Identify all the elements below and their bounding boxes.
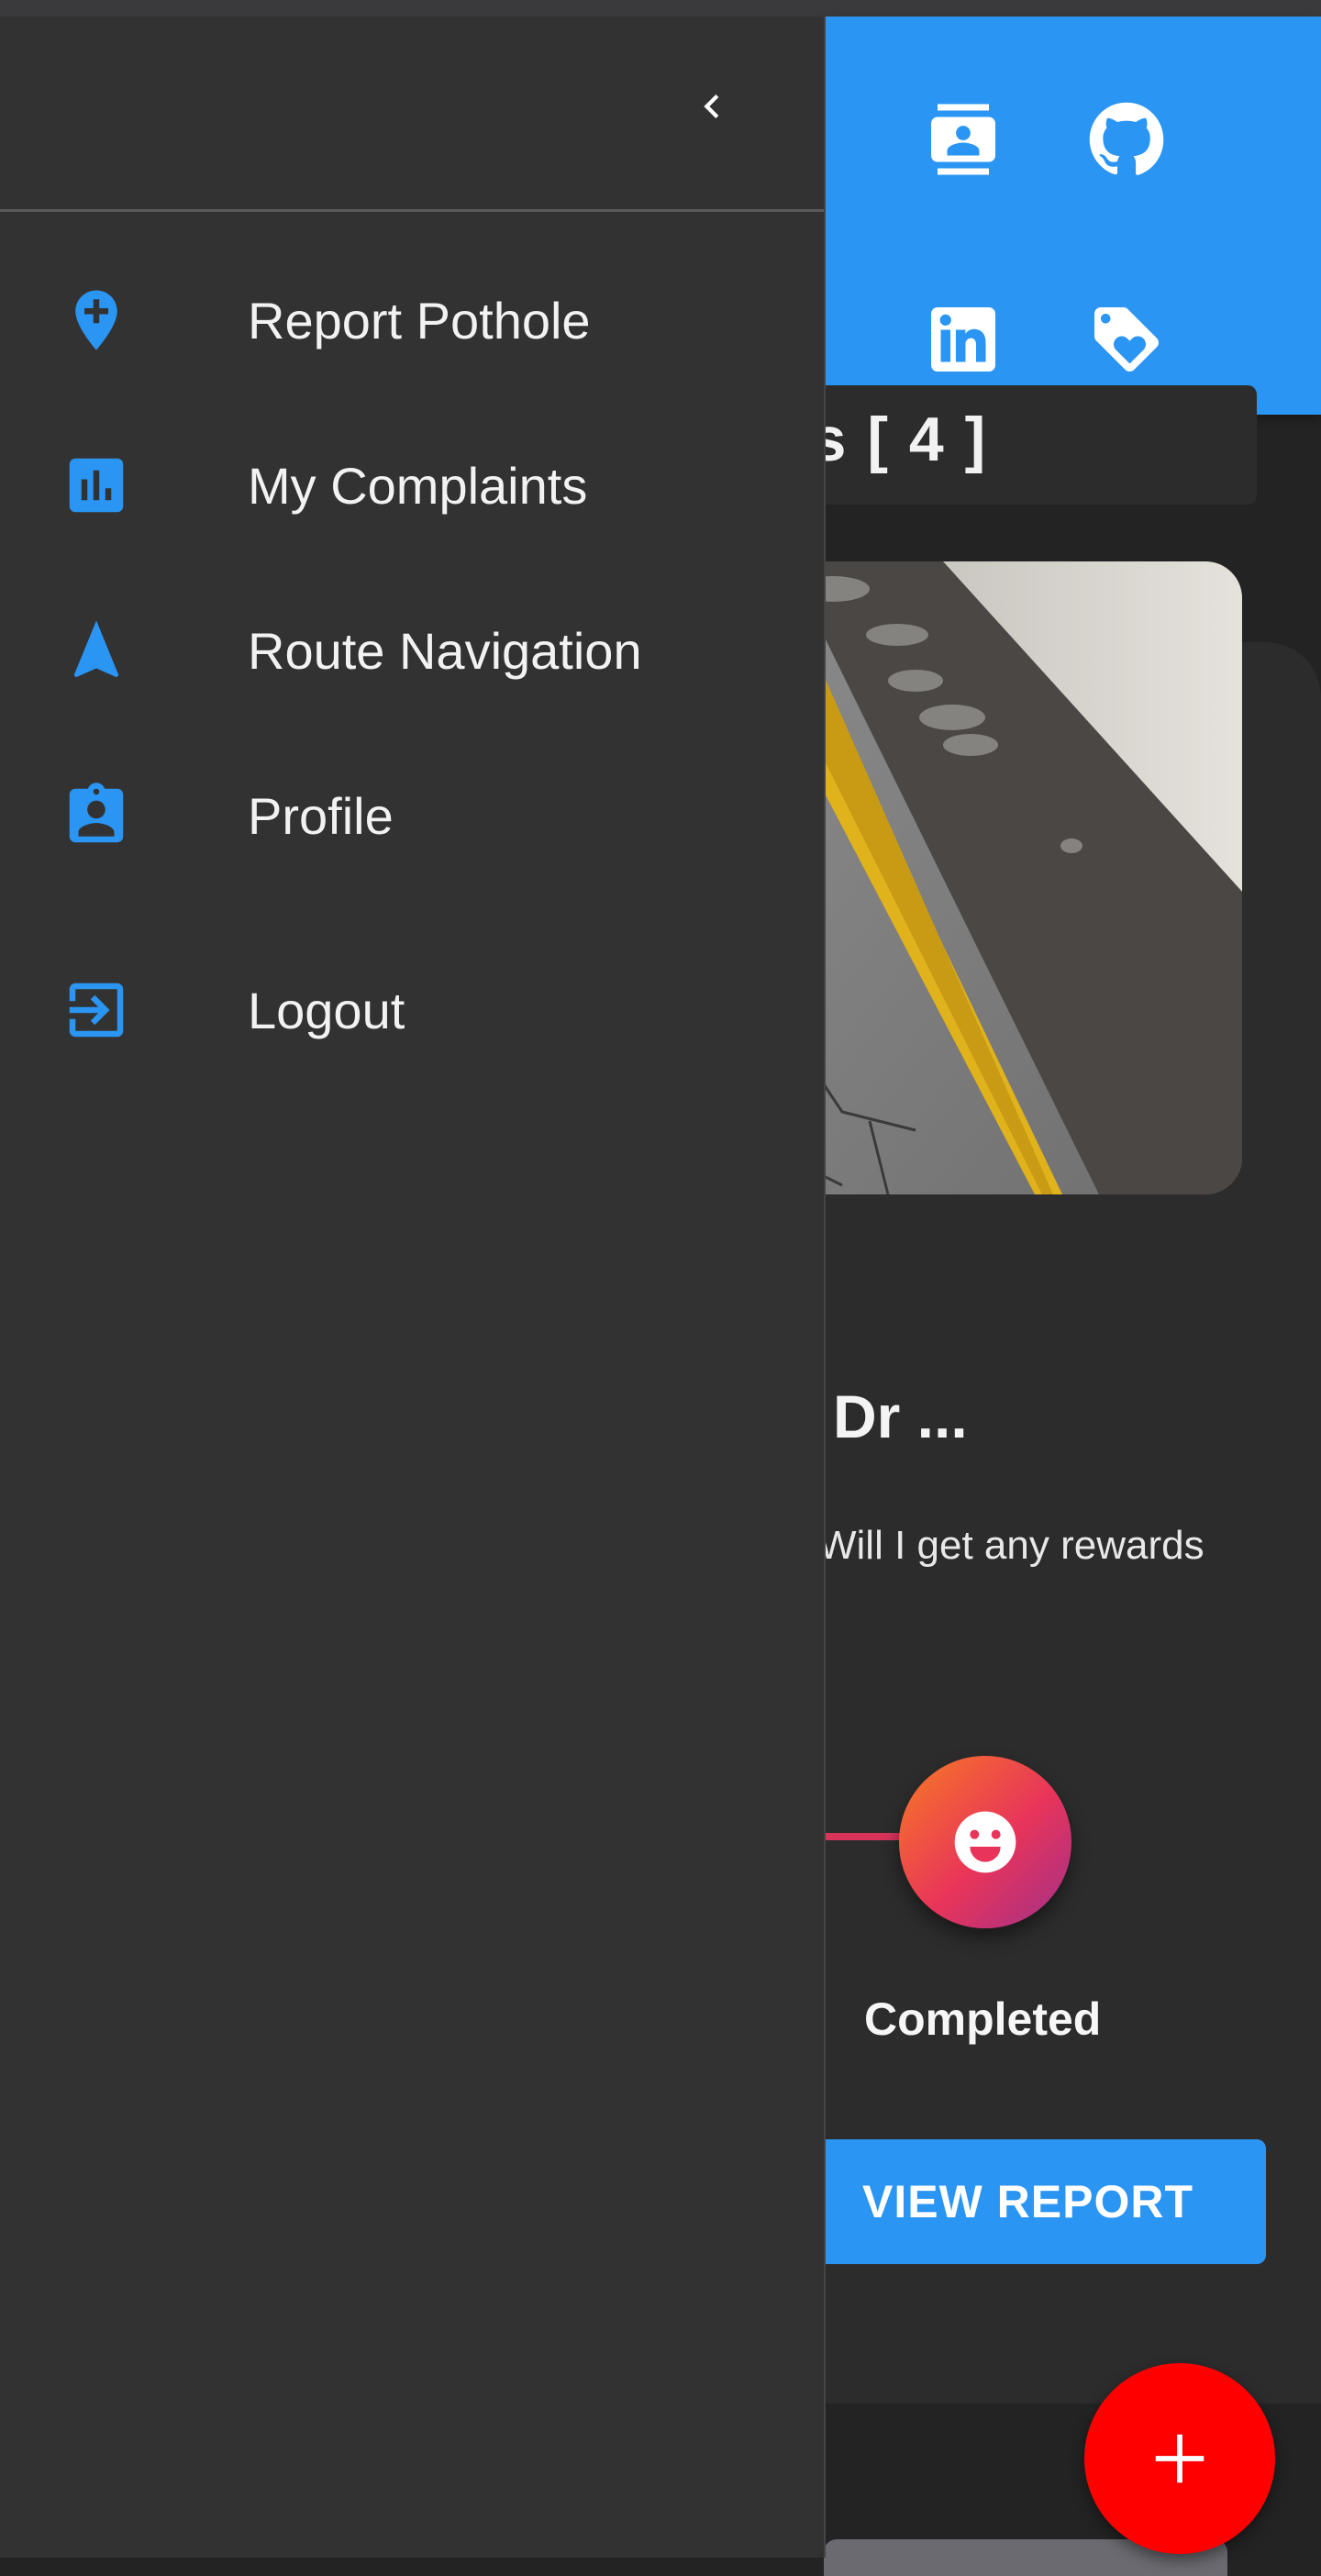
navigation-arrow-icon <box>57 611 136 690</box>
complaint-title: Dr ... <box>833 1382 968 1450</box>
view-report-button[interactable]: VIEW REPORT <box>798 2139 1266 2264</box>
menu-item-logout[interactable]: Logout <box>0 941 824 1079</box>
menu-item-route-navigation[interactable]: Route Navigation <box>0 582 824 719</box>
contacts-icon[interactable] <box>908 84 1018 194</box>
drawer-edge <box>824 17 826 2558</box>
menu-label: My Complaints <box>248 456 588 515</box>
completed-status-icon <box>899 1756 1071 1928</box>
bar-chart-icon <box>57 446 136 525</box>
app-bar <box>824 17 1321 415</box>
menu-label: Report Pothole <box>248 291 591 350</box>
badge-icon <box>57 776 136 855</box>
menu-item-profile[interactable]: Profile <box>0 747 824 884</box>
add-location-icon <box>57 281 136 360</box>
github-icon[interactable] <box>1071 84 1182 194</box>
menu-label: Route Navigation <box>248 621 642 680</box>
menu-item-my-complaints[interactable]: My Complaints <box>0 416 824 554</box>
linkedin-icon[interactable] <box>908 284 1018 394</box>
plus-icon <box>1155 2434 1204 2483</box>
complaint-description: Will I get any rewards <box>818 1523 1204 1568</box>
menu-item-report-pothole[interactable]: Report Pothole <box>0 251 824 389</box>
chevron-left-icon[interactable] <box>673 68 750 145</box>
menu-label: Profile <box>248 786 394 845</box>
drawer-header <box>0 17 824 212</box>
add-complaint-fab[interactable] <box>1084 2363 1275 2554</box>
menu-label: Logout <box>248 981 405 1039</box>
tag-heart-icon[interactable] <box>1071 284 1182 394</box>
navigation-drawer: Report Pothole My Complaints Route Navig… <box>0 17 824 2558</box>
status-label: Completed <box>864 1993 1102 2045</box>
logout-icon <box>57 971 136 1049</box>
